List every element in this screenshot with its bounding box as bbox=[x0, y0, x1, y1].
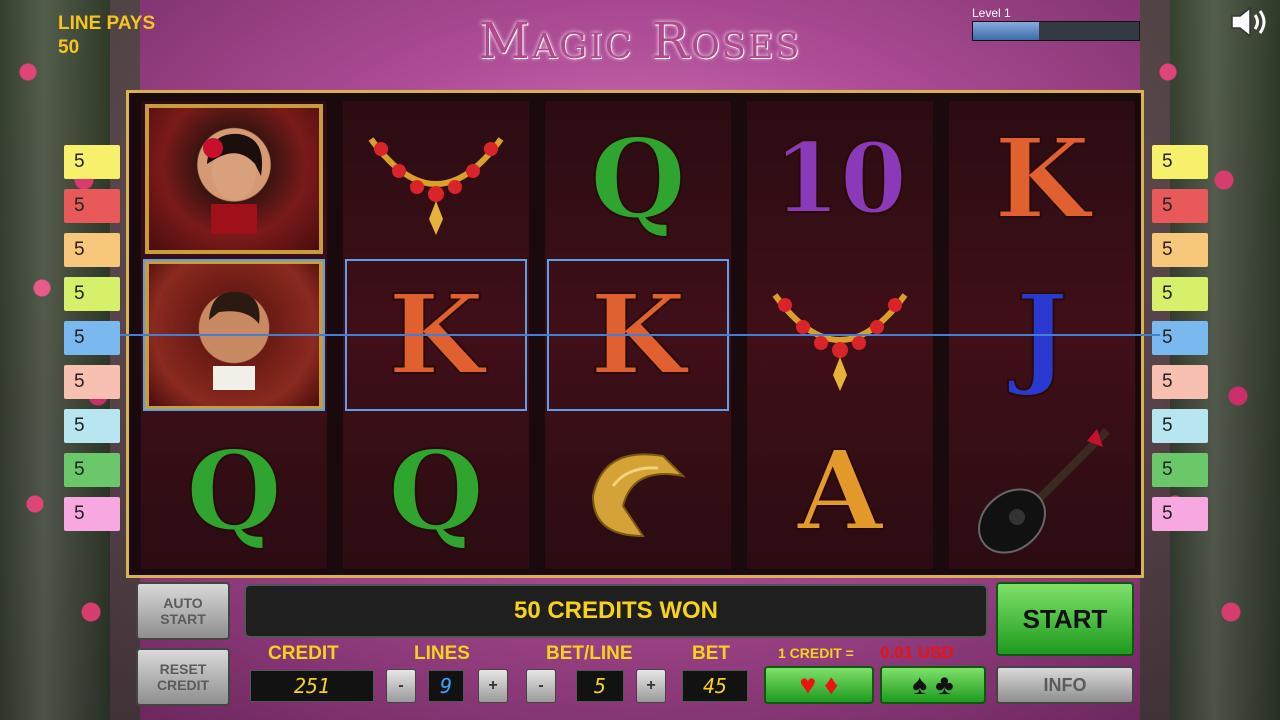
symbol-k-letter: K bbox=[993, 114, 1091, 243]
symbol-q-letter: Q bbox=[185, 426, 283, 555]
line-badge-right: 5 bbox=[1152, 453, 1208, 487]
line-badge-left: 5 bbox=[64, 233, 120, 267]
diamond-icon: ♦ bbox=[824, 669, 839, 700]
line-badge-left: 5 bbox=[64, 145, 120, 179]
line-badge-right: 5 bbox=[1152, 365, 1208, 399]
auto-start-button[interactable]: AUTO START bbox=[136, 582, 230, 640]
red-suits-button[interactable]: ♥ ♦ bbox=[764, 666, 874, 704]
line-badge-right: 5 bbox=[1152, 409, 1208, 443]
symbol-a: A bbox=[747, 413, 933, 569]
credit-value: 251 bbox=[250, 670, 374, 702]
symbol-q: Q bbox=[141, 413, 327, 569]
line-badge-right: 5 bbox=[1152, 277, 1208, 311]
lines-value: 9 bbox=[428, 670, 464, 702]
info-button[interactable]: INFO bbox=[996, 666, 1134, 704]
speaker-icon[interactable] bbox=[1226, 4, 1270, 40]
lines-minus-button[interactable]: - bbox=[386, 669, 416, 703]
reset-credit-button[interactable]: RESET CREDIT bbox=[136, 648, 230, 706]
symbol-woman-with-rose bbox=[141, 101, 327, 257]
line-badge-left: 5 bbox=[64, 453, 120, 487]
level-progress-fill bbox=[973, 22, 1040, 40]
club-icon: ♣ bbox=[935, 669, 954, 700]
credit-rate-value: 0.01 USD bbox=[880, 643, 954, 662]
bet-line-minus-button[interactable]: - bbox=[526, 669, 556, 703]
line-badge-left: 5 bbox=[64, 409, 120, 443]
symbol-q-letter: Q bbox=[387, 426, 485, 555]
lines-label: LINES bbox=[414, 643, 470, 664]
line-badge-left: 5 bbox=[64, 497, 120, 531]
bet-value: 45 bbox=[682, 670, 748, 702]
credit-label: CREDIT bbox=[268, 643, 339, 664]
lines-plus-button[interactable]: + bbox=[478, 669, 508, 703]
line-pays-value: 50 bbox=[58, 37, 80, 58]
level-progress-bar bbox=[972, 21, 1140, 41]
symbol-bracelet bbox=[545, 413, 731, 569]
symbol-guitar bbox=[949, 413, 1135, 569]
symbol-10-letter: 10 bbox=[772, 122, 908, 235]
game-title: Magic Roses bbox=[478, 12, 802, 70]
symbol-q: Q bbox=[343, 413, 529, 569]
line-badge-right: 5 bbox=[1152, 189, 1208, 223]
bet-line-value: 5 bbox=[576, 670, 624, 702]
line-pays: LINE PAYS 50 bbox=[58, 12, 155, 60]
line-badge-left: 5 bbox=[64, 277, 120, 311]
symbol-10: 10 bbox=[747, 101, 933, 257]
left-rose-vines bbox=[0, 0, 140, 720]
black-suits-button[interactable]: ♠ ♣ bbox=[880, 666, 986, 704]
credit-rate-label: 1 CREDIT = bbox=[778, 645, 854, 661]
right-rose-vines bbox=[1140, 0, 1280, 720]
line-badge-left: 5 bbox=[64, 365, 120, 399]
level-label: Level 1 bbox=[972, 6, 1011, 20]
symbol-k: K bbox=[949, 101, 1135, 257]
symbol-q-letter: Q bbox=[589, 114, 687, 243]
winning-payline bbox=[120, 334, 1160, 336]
win-message: 50 CREDITS WON bbox=[244, 584, 988, 638]
bet-line-label: BET/LINE bbox=[546, 643, 633, 664]
line-badge-right: 5 bbox=[1152, 233, 1208, 267]
symbol-q: Q bbox=[545, 101, 731, 257]
line-badge-left: 5 bbox=[64, 189, 120, 223]
bet-label: BET bbox=[692, 643, 730, 664]
symbol-a-letter: A bbox=[796, 426, 883, 555]
symbol-necklace bbox=[343, 101, 529, 257]
line-badge-right: 5 bbox=[1152, 321, 1208, 355]
bet-line-plus-button[interactable]: + bbox=[636, 669, 666, 703]
heart-icon: ♥ bbox=[799, 669, 817, 700]
line-badge-right: 5 bbox=[1152, 497, 1208, 531]
start-button[interactable]: START bbox=[996, 582, 1134, 656]
line-badge-left: 5 bbox=[64, 321, 120, 355]
line-pays-label: LINE PAYS bbox=[58, 13, 156, 34]
line-badge-right: 5 bbox=[1152, 145, 1208, 179]
spade-icon: ♠ bbox=[912, 669, 928, 700]
